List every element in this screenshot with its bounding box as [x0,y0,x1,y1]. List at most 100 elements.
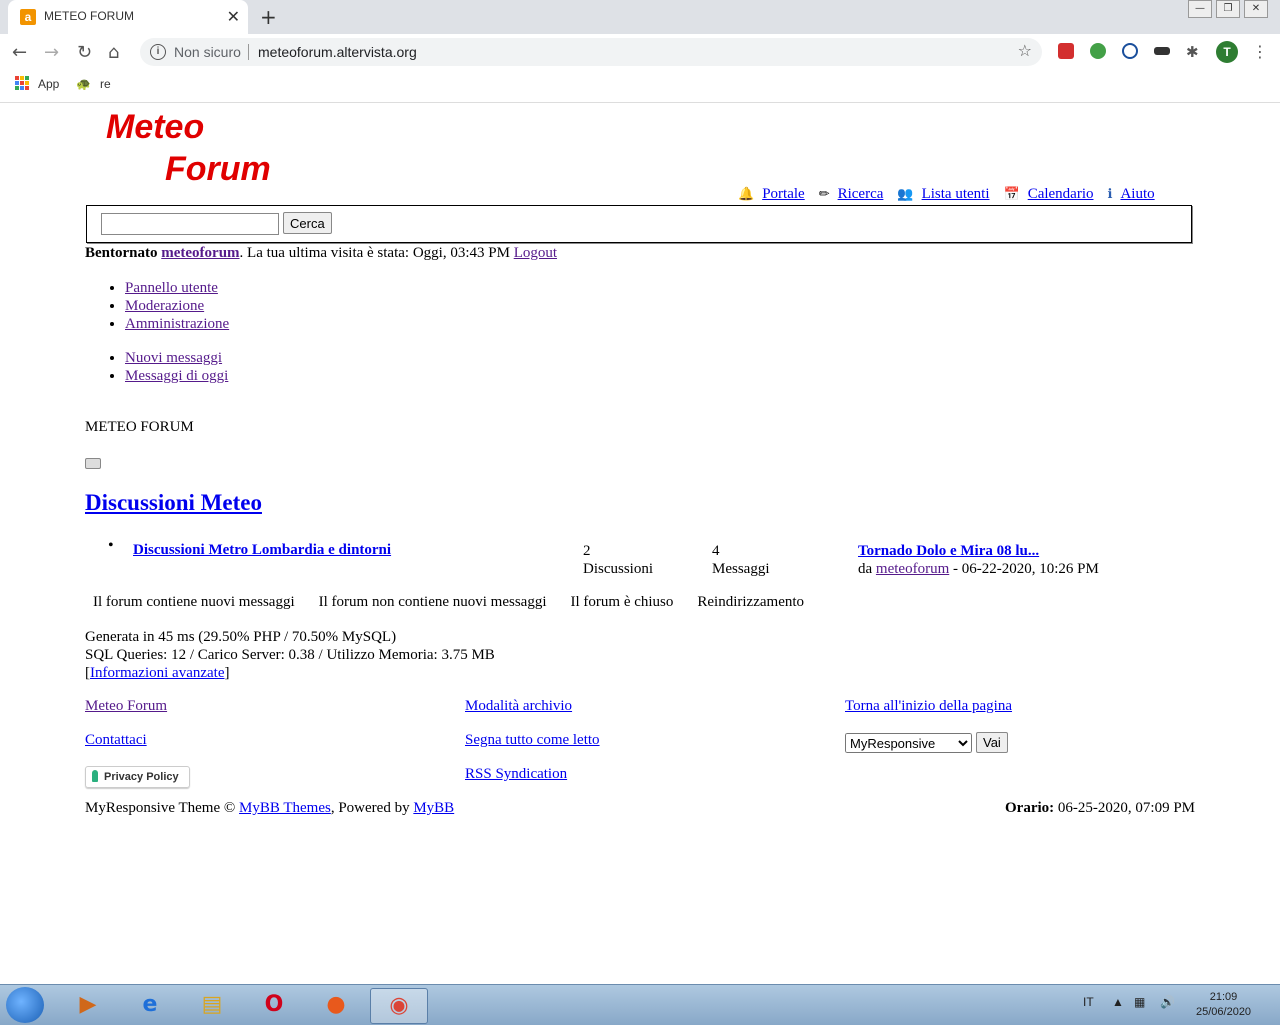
forum-name-link[interactable]: Discussioni Metro Lombardia e dintorni [133,542,391,559]
collapse-icon[interactable] [85,458,101,469]
welcome-user-link[interactable]: meteoforum [161,245,239,261]
file-explorer-icon[interactable]: ▤ [184,988,240,1022]
users-icon: 👥 [897,186,914,201]
last-post-user-link[interactable]: meteoforum [876,561,949,577]
volume-icon[interactable]: 🔊 [1160,995,1175,1009]
last-visit-text: . La tua ultima visita è stata: Oggi, 03… [239,245,510,261]
network-icon[interactable]: ▦ [1134,995,1145,1009]
language-indicator[interactable]: IT [1083,995,1094,1009]
browser-tab[interactable]: a METEO FORUM ✕ [8,0,248,34]
new-tab-icon[interactable]: + [260,5,277,29]
play-extension-icon[interactable] [1122,43,1138,59]
close-tab-icon[interactable]: ✕ [227,7,240,26]
profile-avatar[interactable]: T [1216,41,1238,63]
internet-explorer-icon[interactable]: e [122,988,178,1022]
taskbar: ▶ e ▤ O ● ◉ IT ▲ ▦ 🔊 21:09 25/06/2020 [0,984,1280,1025]
minimize-icon[interactable]: — [1188,0,1212,18]
search-button[interactable]: Cerca [283,212,332,234]
url-text[interactable]: meteoforum.altervista.org [258,44,417,60]
link-nuovi-messaggi[interactable]: Nuovi messaggi [125,350,222,366]
logout-link[interactable]: Logout [514,245,557,261]
legend-redirect: Reindirizzamento [697,594,805,610]
green-extension-icon[interactable] [1090,43,1106,59]
media-player-icon[interactable]: ▶ [60,988,116,1022]
link-calendario[interactable]: Calendario [1028,186,1094,202]
footer-link-top[interactable]: Torna all'inizio della pagina [845,698,1012,715]
tray-arrow-icon[interactable]: ▲ [1112,995,1124,1009]
start-button-icon[interactable] [6,987,44,1023]
link-aiuto[interactable]: Aiuto [1120,186,1154,202]
forum-title: METEO FORUM [85,419,194,435]
turtle-icon: 🐢 [76,77,91,91]
tab-title: METEO FORUM [44,9,134,23]
keyhole-icon [92,770,98,782]
info-icon[interactable]: i [150,44,166,60]
address-bar[interactable]: i Non sicuro meteoforum.altervista.org ☆ [140,38,1042,66]
stats-line2: SQL Queries: 12 / Carico Server: 0.38 / … [85,647,495,663]
security-label: Non sicuro [174,44,241,60]
logo-line1[interactable]: Meteo [106,108,204,147]
search-input[interactable] [101,213,279,235]
window-controls: — ❐ ✕ [1188,0,1268,18]
bookmark-star-icon[interactable]: ☆ [1018,41,1032,60]
user-menu: Pannello utente Moderazione Amministrazi… [85,279,229,333]
posts-count: 4 Messaggi [712,543,770,577]
messages-menu: Nuovi messaggi Messaggi di oggi [85,349,228,385]
bookmark-apps[interactable]: App [38,77,59,91]
category-link[interactable]: Discussioni Meteo [85,490,262,516]
theme-select[interactable]: MyResponsive [845,733,972,753]
last-post-title-link[interactable]: Tornado Dolo e Mira 08 lu... [858,543,1039,559]
forum-legend: Il forum contiene nuovi messaggi Il foru… [93,594,804,611]
system-clock[interactable]: 21:09 25/06/2020 [1196,990,1251,1020]
apps-grid-icon[interactable] [15,76,29,90]
chrome-icon[interactable]: ◉ [370,988,428,1024]
restore-icon[interactable]: ❐ [1216,0,1240,18]
threads-count: 2 Discussioni [583,543,654,577]
mybb-themes-link[interactable]: MyBB Themes [239,800,331,816]
link-messaggi-oggi[interactable]: Messaggi di oggi [125,368,228,384]
link-ricerca[interactable]: Ricerca [838,186,884,202]
firefox-icon[interactable]: ● [308,988,364,1022]
info-circle-icon: ℹ [1107,186,1113,201]
extensions-puzzle-icon[interactable]: ✱ [1186,43,1199,61]
link-pannello-utente[interactable]: Pannello utente [125,280,218,296]
copyright: MyResponsive Theme © MyBB Themes, Powere… [85,800,455,816]
site-favicon-icon: a [20,9,36,25]
advanced-info-link[interactable]: Informazioni avanzate [90,665,225,681]
calendar-icon: 📅 [1003,186,1020,201]
forward-icon[interactable]: → [44,42,59,63]
close-window-icon[interactable]: ✕ [1244,0,1268,18]
home-icon[interactable]: ⌂ [108,42,119,63]
bookmarks-bar: App 🐢 re [0,70,1280,103]
footer-link-mark-read[interactable]: Segna tutto come letto [465,732,600,749]
legend-new: Il forum contiene nuovi messaggi [93,594,295,610]
link-moderazione[interactable]: Moderazione [125,298,204,314]
bell-icon: 🔔 [738,186,755,201]
footer-link-contact[interactable]: Contattaci [85,732,147,749]
link-amministrazione[interactable]: Amministrazione [125,316,229,332]
last-post-date: - 06-22-2020, 10:26 PM [952,561,1099,577]
privacy-policy-button[interactable]: Privacy Policy [85,766,190,788]
legend-closed: Il forum è chiuso [570,594,674,610]
footer-link-archive[interactable]: Modalità archivio [465,698,572,715]
debug-stats: Generata in 45 ms (29.50% PHP / 70.50% M… [85,629,495,681]
adblock-extension-icon[interactable] [1058,43,1074,59]
reload-icon[interactable]: ↻ [77,42,92,63]
tab-strip: a METEO FORUM ✕ + — ❐ ✕ [0,0,1280,34]
link-portale[interactable]: Portale [762,186,805,202]
bookmark-re[interactable]: re [100,77,111,91]
menu-dots-icon[interactable]: ⋮ [1252,42,1268,61]
link-lista-utenti[interactable]: Lista utenti [922,186,990,202]
welcome-prefix: Bentornato [85,245,158,261]
footer-link-rss[interactable]: RSS Syndication [465,766,567,783]
mask-extension-icon[interactable] [1154,47,1170,55]
last-post: Tornado Dolo e Mira 08 lu... da meteofor… [858,542,1099,578]
logo-line2[interactable]: Forum [165,150,271,189]
opera-icon[interactable]: O [246,988,302,1022]
back-icon[interactable]: ← [12,42,27,63]
footer-link-home[interactable]: Meteo Forum [85,698,167,715]
mybb-link[interactable]: MyBB [413,800,454,816]
server-time: Orario: 06-25-2020, 07:09 PM [1005,800,1195,816]
search-panel: Cerca [86,205,1192,243]
go-button[interactable]: Vai [976,732,1008,753]
